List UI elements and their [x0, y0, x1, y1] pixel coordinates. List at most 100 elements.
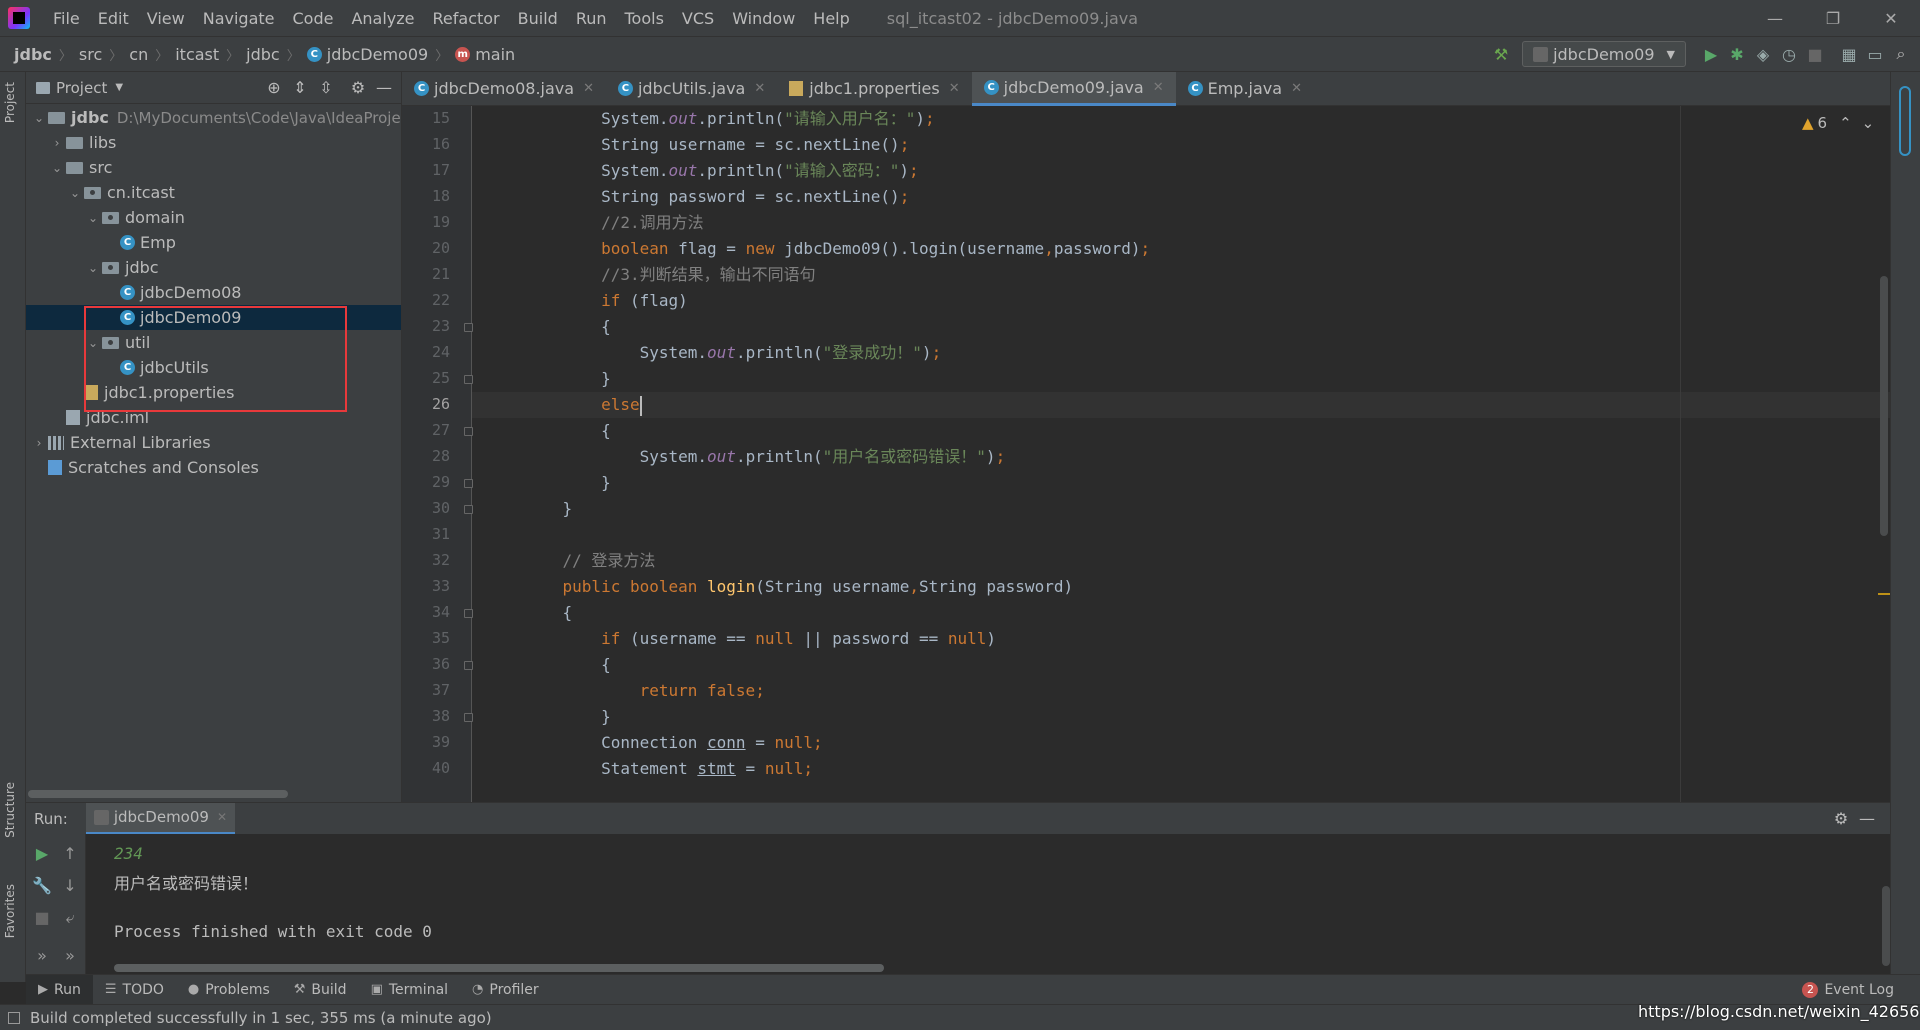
fold-marker-icon[interactable]: [464, 323, 473, 332]
menu-file[interactable]: File: [44, 9, 89, 28]
build-hammer-icon[interactable]: ⚒: [1488, 45, 1514, 64]
fold-marker-icon[interactable]: [464, 505, 473, 514]
menu-vcs[interactable]: VCS: [673, 9, 723, 28]
side-tab-project[interactable]: Project: [3, 82, 17, 123]
inspection-widget[interactable]: ▲ 6 ⌃ ⌄: [1802, 114, 1874, 132]
fold-marker-icon[interactable]: [464, 375, 473, 384]
breadcrumb-item[interactable]: src: [79, 45, 102, 64]
tree-item-domain[interactable]: ⌄ domain: [26, 205, 401, 230]
stop-icon[interactable]: ■: [1802, 45, 1828, 64]
wrench-icon[interactable]: 🔧: [30, 876, 54, 895]
arrow-up-icon[interactable]: ↑: [58, 844, 82, 863]
more-icon[interactable]: »: [30, 946, 54, 965]
close-icon[interactable]: ✕: [754, 81, 765, 96]
breadcrumb-item[interactable]: jdbc: [246, 45, 280, 64]
run-tab[interactable]: jdbcDemo09 ✕: [85, 802, 236, 835]
tree-item-src[interactable]: ⌄ src: [26, 155, 401, 180]
gear-icon[interactable]: ⚙: [345, 78, 371, 97]
gear-icon[interactable]: ⚙: [1828, 809, 1854, 828]
close-icon[interactable]: ✕: [1291, 81, 1302, 96]
tool-tab-terminal[interactable]: ▣ Terminal: [359, 975, 460, 1005]
run-icon[interactable]: ▶: [1698, 45, 1724, 64]
restore-button[interactable]: ❐: [1804, 9, 1862, 28]
warning-stripe-mark[interactable]: [1878, 593, 1890, 595]
tree-item-libs[interactable]: › libs: [26, 130, 401, 155]
editor-vertical-scrollbar[interactable]: [1880, 276, 1888, 536]
side-tab-structure[interactable]: Structure: [3, 782, 17, 838]
tab-emp-java[interactable]: C Emp.java ✕: [1176, 72, 1314, 106]
tool-tab-profiler[interactable]: ◔ Profiler: [460, 975, 551, 1005]
breadcrumb-item[interactable]: jdbcDemo09: [327, 45, 428, 64]
close-icon[interactable]: ✕: [217, 810, 227, 824]
menu-build[interactable]: Build: [509, 9, 567, 28]
tree-item-scratches-and-consoles[interactable]: Scratches and Consoles: [26, 455, 401, 480]
run-configuration-select[interactable]: jdbcDemo09 ▼: [1522, 41, 1686, 67]
run-console[interactable]: ▶ ↑ 🔧 ↓ ■ ⤶ » » 234 用户名或密码错误！ Process fini…: [26, 834, 1890, 974]
tree-item-jdbcdemo08[interactable]: CjdbcDemo08: [26, 280, 401, 305]
more-icon[interactable]: »: [58, 946, 82, 965]
console-vertical-scrollbar[interactable]: [1882, 886, 1890, 966]
toggle-tool-windows-icon[interactable]: [8, 1011, 20, 1024]
close-icon[interactable]: ✕: [1153, 80, 1164, 95]
side-tab-favorites[interactable]: Favorites: [3, 884, 17, 938]
window-icon[interactable]: ▭: [1862, 45, 1888, 64]
tool-tab-run[interactable]: ▶ Run: [26, 974, 93, 1005]
coverage-icon[interactable]: ◈: [1750, 45, 1776, 64]
chevron-down-icon[interactable]: ⌄: [48, 161, 66, 175]
fold-marker-icon[interactable]: [464, 661, 473, 670]
menu-window[interactable]: Window: [723, 9, 804, 28]
fold-marker-icon[interactable]: [464, 713, 473, 722]
tab-jdbcdemo09-java[interactable]: CjdbcDemo09.java ✕: [971, 71, 1176, 106]
breadcrumb-item[interactable]: itcast: [175, 45, 219, 64]
tree-item-jdbc[interactable]: ⌄ jdbc: [26, 255, 401, 280]
chevron-right-icon[interactable]: ›: [30, 436, 48, 450]
rerun-icon[interactable]: ▶: [30, 844, 54, 863]
tree-item-emp[interactable]: C Emp: [26, 230, 401, 255]
arrow-down-icon[interactable]: ↓: [58, 876, 82, 895]
fold-marker-icon[interactable]: [464, 479, 473, 488]
code-editor[interactable]: System.out.println("请输入用户名："); String us…: [402, 106, 1890, 802]
database-icon[interactable]: [1899, 86, 1911, 156]
menu-tools[interactable]: Tools: [616, 9, 673, 28]
locate-icon[interactable]: ⊕: [261, 78, 287, 97]
chevron-down-icon[interactable]: ⌄: [1862, 114, 1875, 132]
menu-help[interactable]: Help: [804, 9, 858, 28]
chevron-down-icon[interactable]: ⌄: [84, 261, 102, 275]
fold-marker-icon[interactable]: [464, 609, 473, 618]
chevron-down-icon[interactable]: ▼: [115, 82, 123, 93]
tab-jdbcdemo08-java[interactable]: CjdbcDemo08.java ✕: [402, 72, 606, 106]
chevron-down-icon[interactable]: ⌄: [84, 211, 102, 225]
hide-panel-icon[interactable]: —: [371, 78, 397, 97]
menu-navigate[interactable]: Navigate: [194, 9, 284, 28]
fold-marker-icon[interactable]: [464, 427, 473, 436]
breadcrumb-item[interactable]: cn: [129, 45, 148, 64]
chevron-up-icon[interactable]: ⌃: [1839, 114, 1852, 132]
hide-panel-icon[interactable]: —: [1854, 809, 1880, 828]
tree-item-external-libraries[interactable]: › External Libraries: [26, 430, 401, 455]
menu-refactor[interactable]: Refactor: [424, 9, 509, 28]
menu-analyze[interactable]: Analyze: [342, 9, 423, 28]
collapse-all-icon[interactable]: ⇳: [313, 78, 339, 97]
breadcrumb-item[interactable]: main: [475, 45, 515, 64]
menu-edit[interactable]: Edit: [89, 9, 138, 28]
tool-tab-todo[interactable]: ☰ TODO: [93, 975, 176, 1005]
tool-tab-build[interactable]: ⚒ Build: [282, 975, 359, 1005]
tree-item-jdbc[interactable]: ⌄ jdbc D:\MyDocuments\Code\Java\IdeaProje: [26, 105, 401, 130]
chevron-down-icon[interactable]: ⌄: [66, 186, 84, 200]
console-horizontal-scrollbar[interactable]: [114, 964, 884, 972]
stop-icon[interactable]: ■: [30, 908, 54, 927]
project-panel-title[interactable]: Project: [56, 79, 107, 97]
search-icon[interactable]: ⌕: [1888, 44, 1914, 64]
expand-all-icon[interactable]: ⇕: [287, 78, 313, 97]
menu-view[interactable]: View: [138, 9, 194, 28]
tool-tab-problems[interactable]: ● Problems: [176, 975, 282, 1005]
close-window-button[interactable]: ✕: [1862, 9, 1920, 28]
breadcrumb-item[interactable]: jdbc: [14, 45, 52, 64]
debug-icon[interactable]: ✱: [1724, 45, 1750, 64]
menu-code[interactable]: Code: [284, 9, 343, 28]
chevron-right-icon[interactable]: ›: [48, 136, 66, 150]
minimize-button[interactable]: —: [1746, 9, 1804, 28]
tab-jdbc1-properties[interactable]: jdbc1.properties ✕: [777, 72, 971, 106]
soft-wrap-icon[interactable]: ⤶: [58, 908, 82, 928]
menu-run[interactable]: Run: [567, 9, 616, 28]
